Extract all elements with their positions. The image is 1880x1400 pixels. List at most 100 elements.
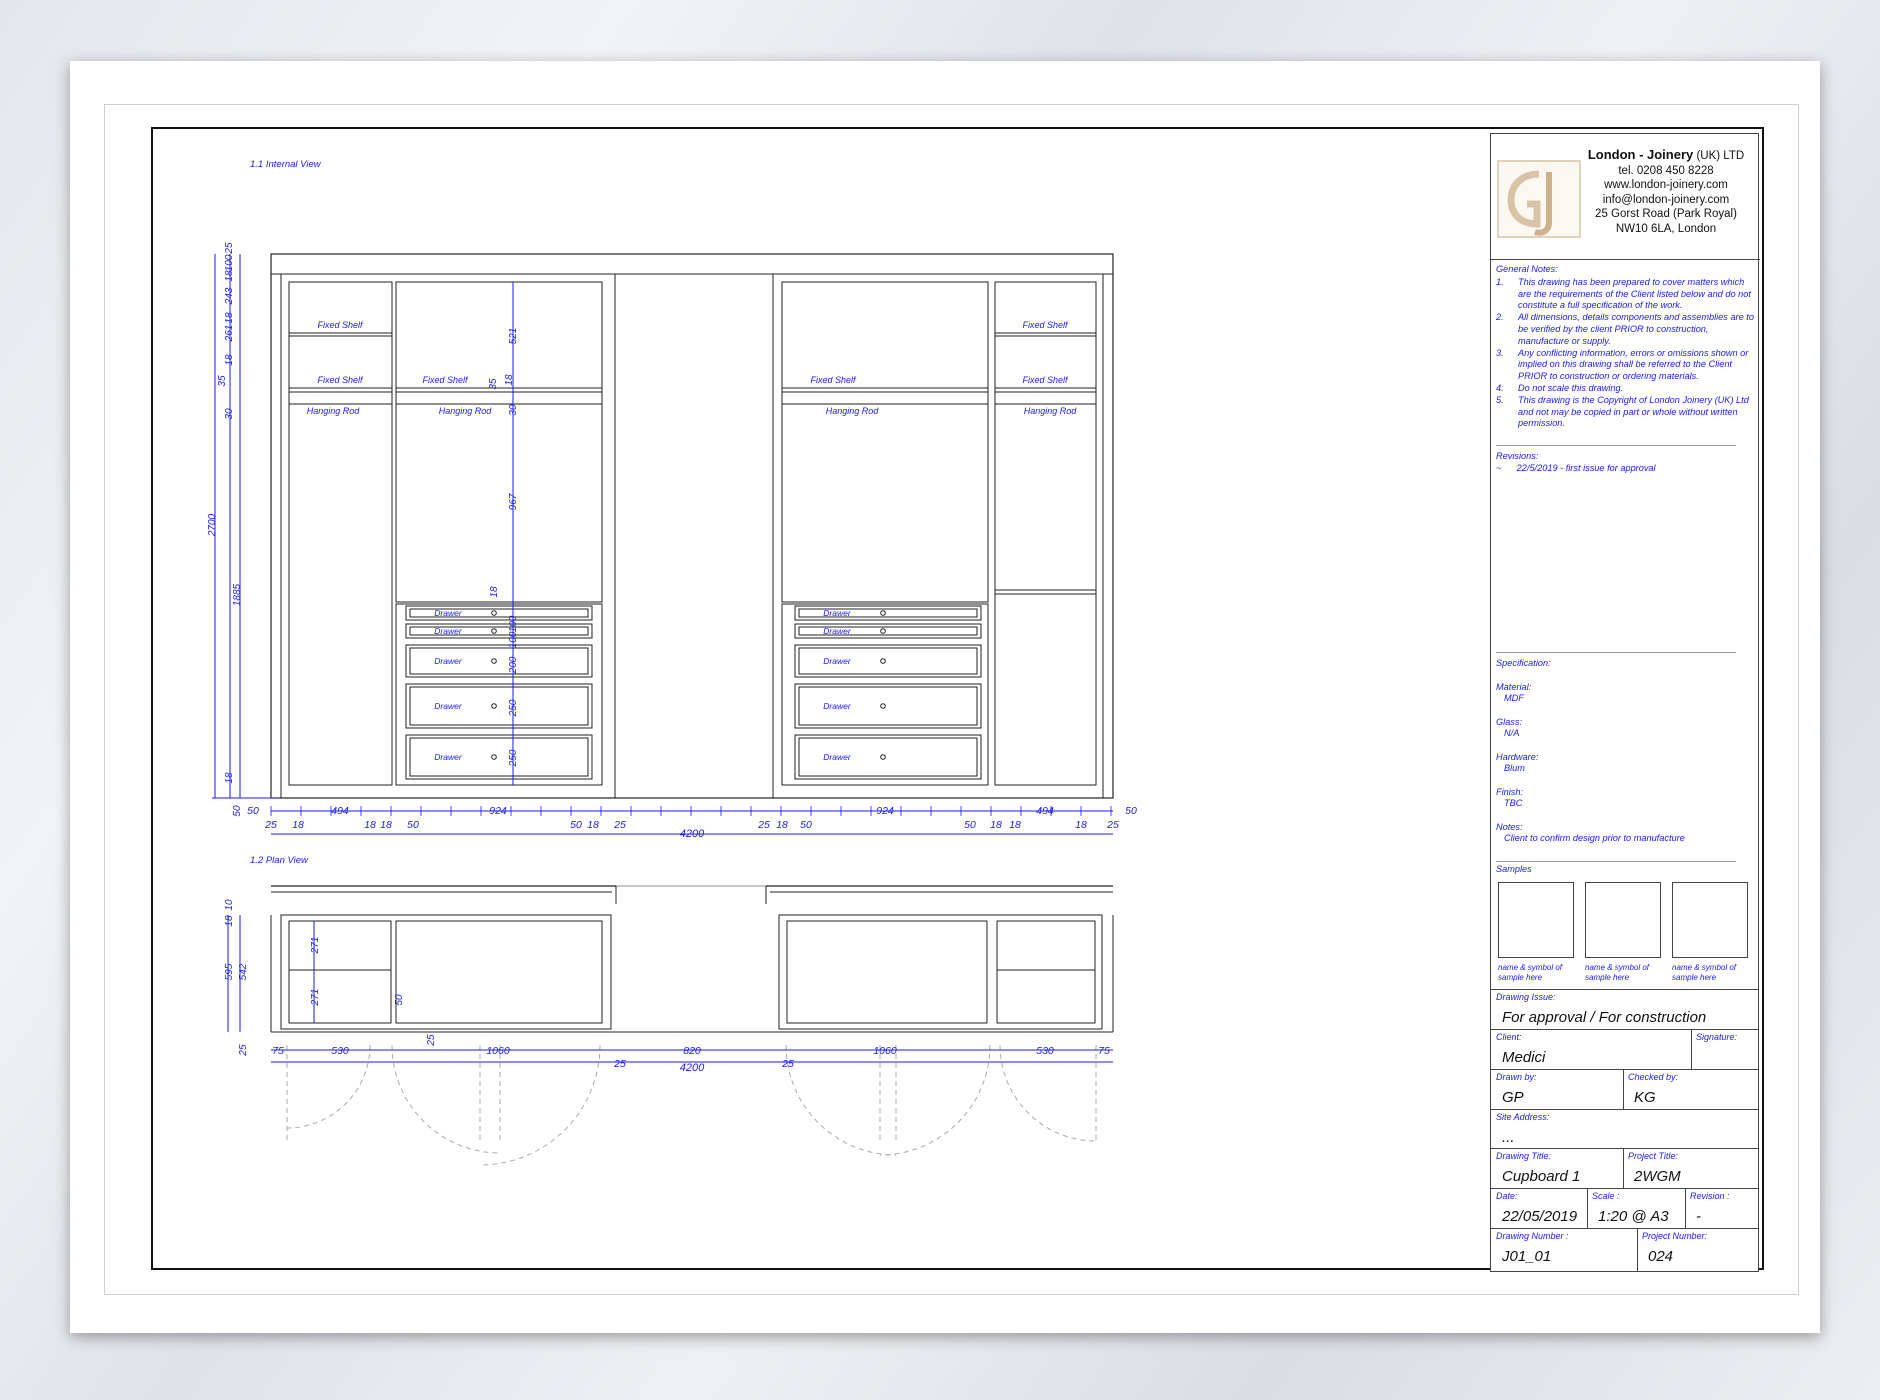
sample-box (1498, 882, 1574, 958)
dimension-label: 25 (781, 1058, 794, 1070)
hanging-rod-label: Hanging Rod (307, 406, 361, 416)
company-tel: tel. 0208 450 8228 (1618, 164, 1714, 177)
dimension-label: 100 (224, 254, 235, 271)
dimension-label: 924 (876, 805, 894, 817)
bay-4 (994, 281, 1097, 786)
drawer-handle (880, 703, 886, 709)
client-value: Medici (1502, 1049, 1546, 1066)
company-address-1: 25 Gorst Road (Park Royal) (1595, 208, 1737, 220)
dimension-label: 35 (217, 375, 228, 387)
drawer-handle (491, 754, 497, 760)
dimension-label: 200 (508, 656, 519, 674)
drawer-label: Drawer (434, 752, 463, 762)
company-logo (1497, 160, 1581, 238)
dimension-label: 243 (224, 287, 235, 305)
dimension-label: 50 (247, 805, 259, 817)
door-swing-arc (391, 1044, 501, 1154)
samples-heading: Samples (1496, 864, 1532, 874)
dimension-label: 542 (238, 963, 249, 980)
plan-view-title: 1.2 Plan View (250, 855, 309, 866)
hanging-rod-label: Hanging Rod (826, 406, 880, 416)
checked-by-label: Checked by: (1628, 1072, 1679, 1082)
site-address-label: Site Address: (1496, 1112, 1550, 1122)
divider (1496, 861, 1736, 862)
revision-cell: Revision : - (1685, 1188, 1758, 1228)
drawer-handle (880, 754, 886, 760)
spec-label: Glass: (1496, 716, 1523, 727)
drawing-number-label: Drawing Number : (1496, 1231, 1569, 1241)
dimension-label: 18 (587, 819, 599, 831)
spec-value: Blum (1504, 763, 1525, 773)
drawing-title-cell: Drawing Title: Cupboard 1 (1491, 1148, 1623, 1188)
dimension-label: 50 (407, 819, 419, 831)
sample-caption: name & symbol of sample here (1672, 963, 1737, 982)
revision-value: - (1696, 1208, 1701, 1225)
dimension-label: 18 (292, 819, 304, 831)
left-carcass (280, 273, 616, 799)
note-item: 3. Any conflicting information, errors or… (1496, 347, 1749, 382)
dimension-label: 50 (800, 819, 812, 831)
divider (1496, 445, 1736, 446)
company-email: info@london-joinery.com (1602, 193, 1730, 206)
door-swing-arc (999, 1044, 1097, 1142)
revisions: Revisions: ~ 22/5/2019 - first issue for… (1496, 451, 1754, 475)
title-block: London - Joinery (UK) LTD tel. 0208 450 … (1490, 133, 1760, 1272)
dimension-label: 18 (489, 586, 500, 598)
dimension-label: 25 (613, 819, 626, 831)
drawer-label: Drawer (823, 752, 852, 762)
revision-label: Revision : (1690, 1191, 1730, 1201)
note-item: 4. Do not scale this drawing. (1496, 382, 1624, 393)
dimension-label: 967 (508, 493, 519, 510)
signature-cell: Signature: (1691, 1029, 1758, 1069)
signature-label: Signature: (1696, 1032, 1738, 1042)
project-title-cell: Project Title: 2WGM (1623, 1148, 1758, 1188)
dimension-label: 18 (1009, 819, 1021, 831)
plan-view (270, 885, 1114, 1166)
note-item: 1. This drawing has been prepared to cove… (1496, 276, 1751, 311)
internal-elevation: Drawer Drawer Drawer Drawer Drawer Drawer Draw… (270, 253, 1114, 799)
dimension-label: 25 (613, 1058, 626, 1070)
spec-label: Finish: (1496, 786, 1524, 797)
fixed-shelf-label: Fixed Shelf (1022, 320, 1069, 330)
project-title-value: 2WGM (1634, 1168, 1681, 1185)
spec-label: Material: (1496, 681, 1532, 692)
dimension-label: 50 (394, 994, 405, 1006)
scale-value: 1:20 @ A3 (1598, 1208, 1669, 1225)
drawing-title-value: Cupboard 1 (1502, 1168, 1581, 1185)
dimension-label: 271 (310, 989, 321, 1007)
plan-left-unit (280, 914, 612, 1030)
date-label: Date: (1496, 1191, 1518, 1201)
hanging-rod-label: Hanging Rod (1024, 406, 1078, 416)
plan-bay (786, 920, 988, 1024)
drawing-title-label: Drawing Title: (1496, 1151, 1551, 1161)
revision-entry: ~ 22/5/2019 - first issue for approval (1496, 462, 1656, 473)
dimension-label: 10 (224, 899, 235, 911)
bay-2 (395, 281, 603, 603)
dimension-label: 18 (224, 915, 235, 927)
dimension-label: 100 (508, 615, 519, 632)
drawer-label: Drawer (823, 626, 852, 636)
fixed-shelf-label: Fixed Shelf (317, 375, 364, 385)
door-swing-arc (286, 1044, 371, 1129)
drawer-handle (491, 703, 497, 709)
drawing-issue-cell: Drawing Issue: For approval / For constr… (1491, 989, 1758, 1029)
dimension-label: 18 (224, 270, 235, 282)
spec-value: N/A (1504, 728, 1520, 738)
drawer-label: Drawer (434, 626, 463, 636)
dimension-label: 4200 (680, 1062, 705, 1074)
drawer-label: Drawer (434, 608, 463, 618)
dimension-label: 25 (1106, 819, 1119, 831)
specification: Specification: Material: MDF Glass: N/A Ha… (1496, 658, 1754, 845)
dimension-label: 494 (331, 805, 349, 817)
drawer-label: Drawer (823, 701, 852, 711)
company-details: London - Joinery (UK) LTD tel. 0208 450 … (1576, 147, 1756, 236)
dimension-label: 30 (224, 408, 235, 420)
cabinet-outline (270, 253, 1114, 799)
plan-bay (288, 920, 392, 1024)
hanging-rod-label: Hanging Rod (439, 406, 493, 416)
dimension-label: 271 (310, 937, 321, 955)
dimension-label: 50 (1125, 805, 1137, 817)
drawing-issue-label: Drawing Issue: (1496, 992, 1556, 1002)
client-label: Client: (1496, 1032, 1522, 1042)
company-name-suffix: (UK) LTD (1693, 150, 1745, 162)
